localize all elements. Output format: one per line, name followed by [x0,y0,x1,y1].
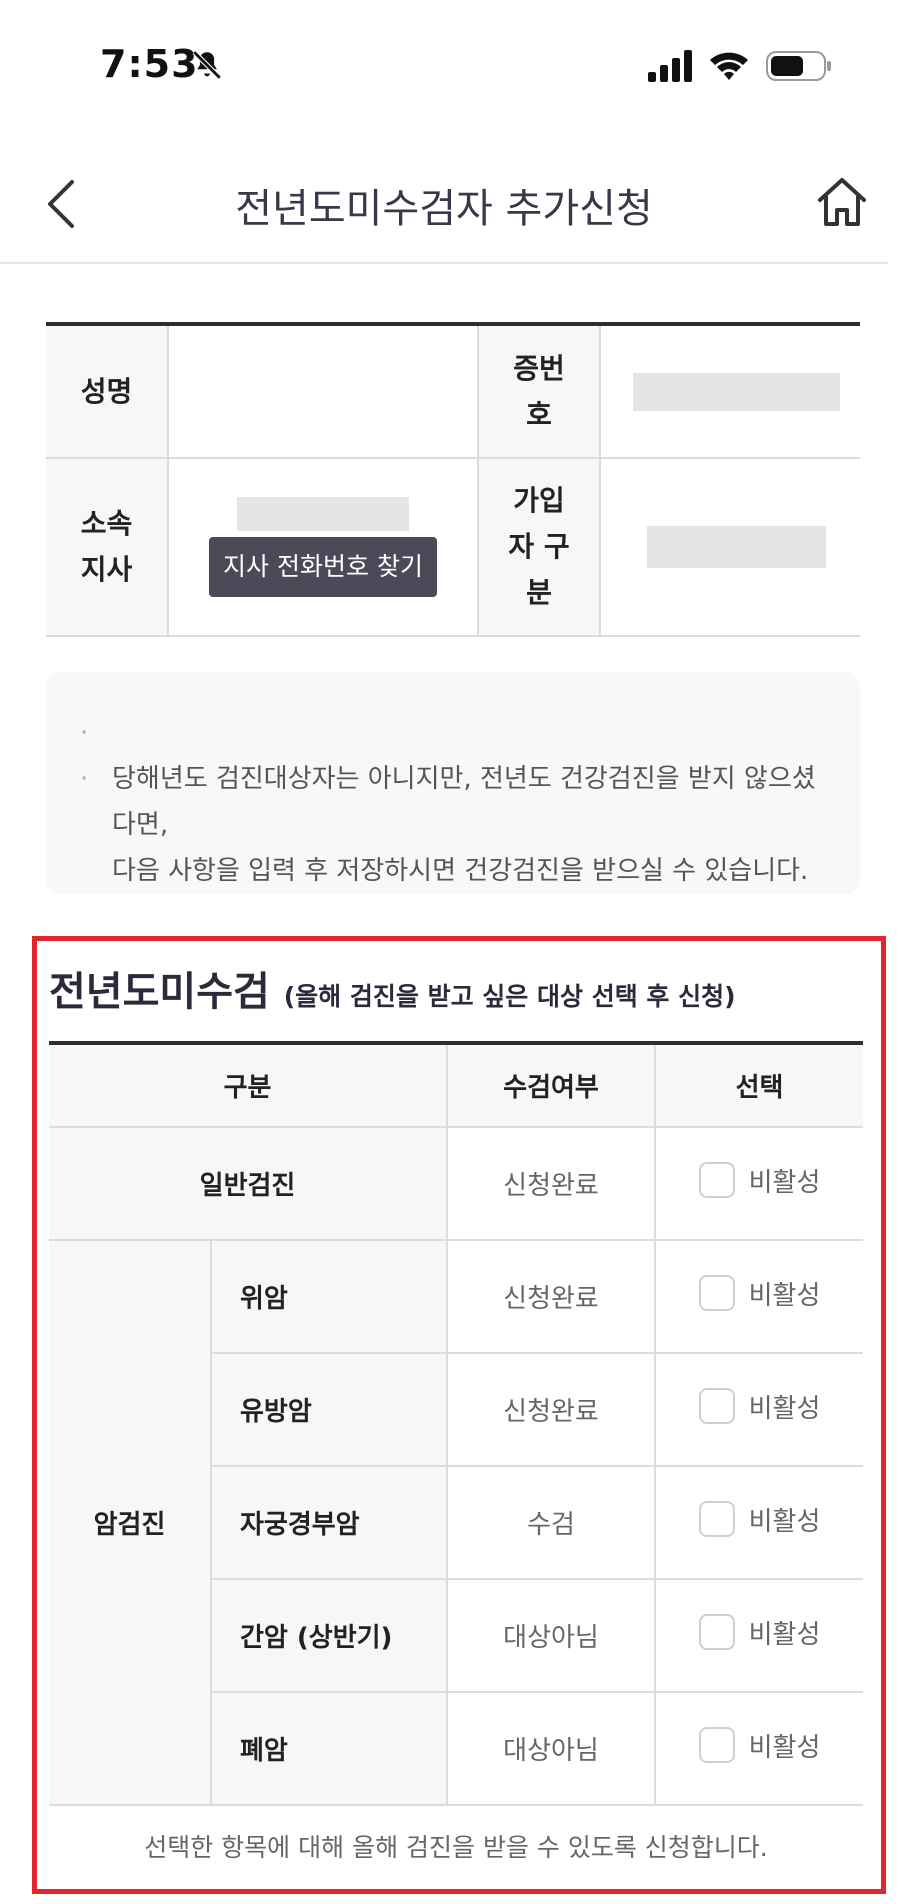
cancer-status: 수검 [447,1466,656,1580]
page-title: 전년도미수검자 추가신청 [235,186,653,232]
cancer-type-label: 폐암 [211,1692,448,1806]
cancer-type-label: 간암 (상반기) [211,1579,448,1693]
cancer-select: 비활성 [655,1579,863,1693]
previous-year-section: 전년도미수검 (올해 검진을 받고 싶은 대상 선택 후 신청) 구분 수검여부… [32,936,886,1894]
table-row: 암검진 위암 신청완료 비활성 [49,1240,863,1806]
cancer-status: 신청완료 [447,1240,656,1354]
redacted-id-number [633,372,840,411]
member-type-value [600,458,860,637]
redacted-member-type [647,526,826,568]
home-icon[interactable] [814,174,870,230]
checkbox-box[interactable] [698,1275,735,1312]
name-value [168,324,479,459]
battery-icon [766,51,831,81]
footer-note: 선택한 항목에 대해 올해 검진을 받을 수 있도록 신청합니다. [144,1832,768,1862]
breast-cancer-checkbox[interactable]: 비활성 [698,1388,820,1425]
section-subtitle: (올해 검진을 받고 싶은 대상 선택 후 신청) [283,982,736,1011]
cancer-select: 비활성 [655,1240,863,1354]
checkbox-box[interactable] [698,1614,735,1651]
wifi-icon [710,52,748,80]
section-title: 전년도미수검 (올해 검진을 받고 싶은 대상 선택 후 신청) [49,969,736,1015]
name-label: 성명 [46,324,169,459]
general-checkup-checkbox[interactable]: 비활성 [698,1162,820,1199]
cancer-type-label: 위암 [211,1240,448,1354]
screening-table: 구분 수검여부 선택 일반검진 신청완료 비활성 암검진 위암 신청완료 비활성 [49,1041,863,1885]
cancer-select: 비활성 [655,1692,863,1806]
info-row-branch: 소속 지사 지사 전화번호 찾기 가입 자 구 분 [46,458,860,637]
cancer-status: 신청완료 [447,1353,656,1467]
redacted-branch [237,497,409,531]
bell-muted-icon [192,50,222,80]
find-branch-phone-button[interactable]: 지사 전화번호 찾기 [209,537,437,597]
cancer-type-label: 자궁경부암 [211,1466,448,1580]
general-checkup-select: 비활성 [655,1127,863,1241]
table-footer-row: 선택한 항목에 대해 올해 검진을 받을 수 있도록 신청합니다. [49,1805,863,1885]
column-header-category: 구분 [49,1043,448,1128]
cancer-select: 비활성 [655,1466,863,1580]
page-header: 전년도미수검자 추가신청 [0,150,888,264]
notice-item [76,710,830,756]
cancer-status: 대상아님 [447,1692,656,1806]
lung-cancer-checkbox[interactable]: 비활성 [698,1727,820,1764]
branch-label: 소속 지사 [46,458,169,637]
cellular-signal-icon [648,50,692,82]
notice-box: 당해년도 검진대상자는 아니지만, 전년도 건강검진을 받지 않으셨다면,다음 … [46,672,860,894]
column-header-status: 수검여부 [447,1043,656,1128]
checkbox-box[interactable] [698,1727,735,1764]
member-type-label: 가입 자 구 분 [478,458,601,637]
applicant-info-table: 성명 증번 호 소속 지사 지사 전화번호 찾기 가입 자 구 분 [46,322,860,637]
general-checkup-label: 일반검진 [49,1127,448,1241]
notice-item: 당해년도 검진대상자는 아니지만, 전년도 건강검진을 받지 않으셨다면,다음 … [76,756,830,894]
status-time: 7:53 [100,42,199,86]
column-header-select: 선택 [655,1043,863,1128]
id-number-value [600,324,860,459]
branch-value: 지사 전화번호 찾기 [168,458,479,637]
checkbox-box[interactable] [698,1388,735,1425]
cancer-select: 비활성 [655,1353,863,1467]
general-checkup-status: 신청완료 [447,1127,656,1241]
table-row-general: 일반검진 신청완료 비활성 [49,1127,863,1241]
id-number-label: 증번 호 [478,324,601,459]
cervical-cancer-checkbox[interactable]: 비활성 [698,1501,820,1538]
info-row-name: 성명 증번 호 [46,324,860,459]
status-bar: 7:53 [0,0,900,130]
cancer-status: 대상아님 [447,1579,656,1693]
cancer-type-label: 유방암 [211,1353,448,1467]
liver-cancer-checkbox[interactable]: 비활성 [698,1614,820,1651]
stomach-cancer-checkbox[interactable]: 비활성 [698,1275,820,1312]
cancer-screening-group-label: 암검진 [49,1240,212,1806]
checkbox-box[interactable] [698,1162,735,1199]
table-header-row: 구분 수검여부 선택 [49,1043,863,1128]
checkbox-box[interactable] [698,1501,735,1538]
